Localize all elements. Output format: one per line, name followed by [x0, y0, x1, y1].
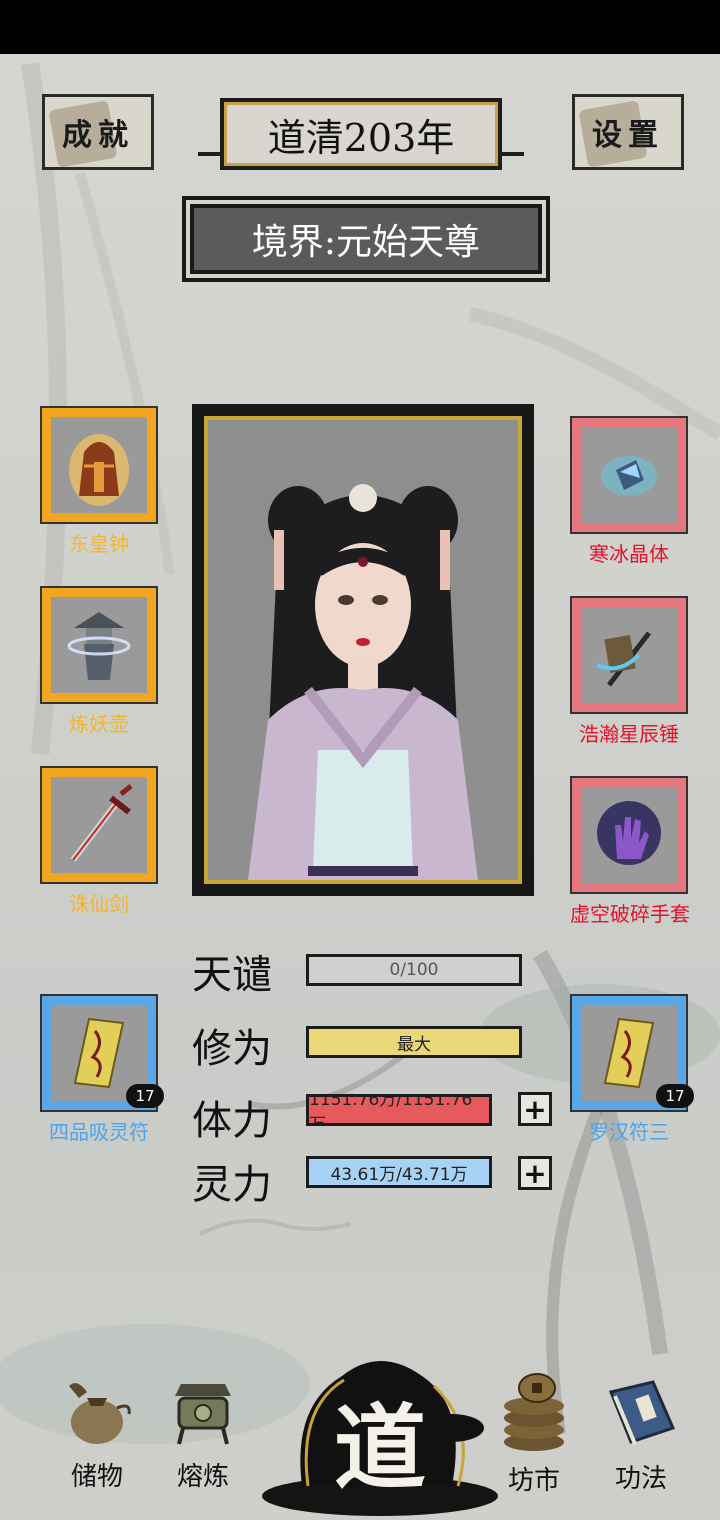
- cultivation-bar: 最大: [306, 1026, 522, 1058]
- talisman-icon: [73, 1017, 125, 1089]
- realm-text: 境界:元始天尊: [251, 222, 481, 263]
- nav-smelting-label: 熔炼: [176, 1462, 229, 1492]
- nav-market-label: 坊市: [507, 1466, 560, 1496]
- talisman-icon: [603, 1017, 655, 1089]
- cultivation-value: 最大: [397, 1034, 431, 1055]
- pot-icon: [67, 612, 131, 680]
- nav-storage-label: 储物: [70, 1462, 123, 1492]
- pouch-icon: [69, 1383, 131, 1444]
- talisman-slot-left[interactable]: 17 四品吸灵符: [40, 994, 164, 1145]
- game-scene: 成就 道清203年 设置 境界:元始天尊 东皇钟 炼妖壶 诛仙剑 寒冰晶体 浩瀚…: [0, 54, 720, 1520]
- glove-icon: [597, 801, 661, 865]
- equip-slot-left-3[interactable]: 诛仙剑: [40, 766, 158, 917]
- tribulation-label: 天谴: [192, 952, 272, 998]
- equip-slot-right-1[interactable]: 寒冰晶体: [570, 416, 688, 567]
- character-figure: [248, 484, 478, 880]
- nav-skills[interactable]: 功法: [596, 1376, 686, 1495]
- spirit-add-button[interactable]: +: [518, 1156, 552, 1190]
- stamina-add-button[interactable]: +: [518, 1092, 552, 1126]
- coins-icon: [504, 1373, 564, 1451]
- year-text: 道清203年: [267, 115, 455, 160]
- equip-slot-right-2[interactable]: 浩瀚星辰锤: [570, 596, 688, 747]
- item-count-badge: 17: [126, 1084, 164, 1108]
- ice-crystal-icon: [601, 456, 657, 496]
- equip-name: 诛仙剑: [69, 892, 129, 916]
- item-count-badge: 17: [656, 1084, 694, 1108]
- equip-name: 虚空破碎手套: [570, 902, 690, 926]
- talisman-name: 四品吸灵符: [49, 1120, 149, 1144]
- settings-label: 设置: [592, 118, 664, 153]
- nav-market[interactable]: 坊市: [494, 1372, 574, 1497]
- equip-slot-left-1[interactable]: 东皇钟: [40, 406, 158, 557]
- spirit-value: 43.61万/43.71万: [330, 1164, 468, 1185]
- equip-slot-left-2[interactable]: 炼妖壶: [40, 586, 158, 737]
- realm-banner: 境界:元始天尊: [190, 204, 542, 274]
- settings-button[interactable]: 设置: [572, 94, 684, 170]
- spirit-bar: 43.61万/43.71万: [306, 1156, 492, 1188]
- nav-dao-center[interactable]: 道: [262, 1336, 498, 1520]
- nav-storage[interactable]: 储物: [52, 1372, 142, 1493]
- spirit-label: 灵力: [192, 1162, 272, 1208]
- book-icon: [608, 1380, 676, 1445]
- talisman-slot-right[interactable]: 17 罗汉符三: [570, 994, 694, 1145]
- character-portrait: [192, 404, 534, 896]
- dao-text: 道: [333, 1394, 426, 1502]
- year-banner: 道清203年: [198, 98, 524, 170]
- equip-name: 炼妖壶: [69, 712, 129, 736]
- stamina-bar: 1151.76万/1151.76万: [306, 1094, 492, 1126]
- tribulation-value: 0/100: [389, 960, 439, 980]
- equip-name: 浩瀚星辰锤: [579, 722, 679, 746]
- equip-name: 东皇钟: [69, 532, 129, 556]
- achievements-label: 成就: [62, 118, 134, 153]
- stamina-label: 体力: [192, 1098, 272, 1144]
- furnace-icon: [175, 1384, 231, 1445]
- hammer-weapon-icon: [596, 631, 651, 687]
- achievements-button[interactable]: 成就: [42, 94, 154, 170]
- nav-smelting[interactable]: 熔炼: [158, 1376, 248, 1493]
- equip-slot-right-3[interactable]: 虚空破碎手套: [570, 776, 690, 927]
- status-bar: [0, 0, 720, 54]
- talisman-name: 罗汉符三: [589, 1120, 669, 1144]
- stamina-value: 1151.76万/1151.76万: [309, 1094, 473, 1126]
- bell-icon: [69, 434, 129, 506]
- nav-skills-label: 功法: [614, 1464, 667, 1494]
- tribulation-bar: 0/100: [306, 954, 522, 986]
- sword-icon: [70, 784, 133, 862]
- cultivation-label: 修为: [192, 1026, 272, 1072]
- equip-name: 寒冰晶体: [589, 542, 669, 566]
